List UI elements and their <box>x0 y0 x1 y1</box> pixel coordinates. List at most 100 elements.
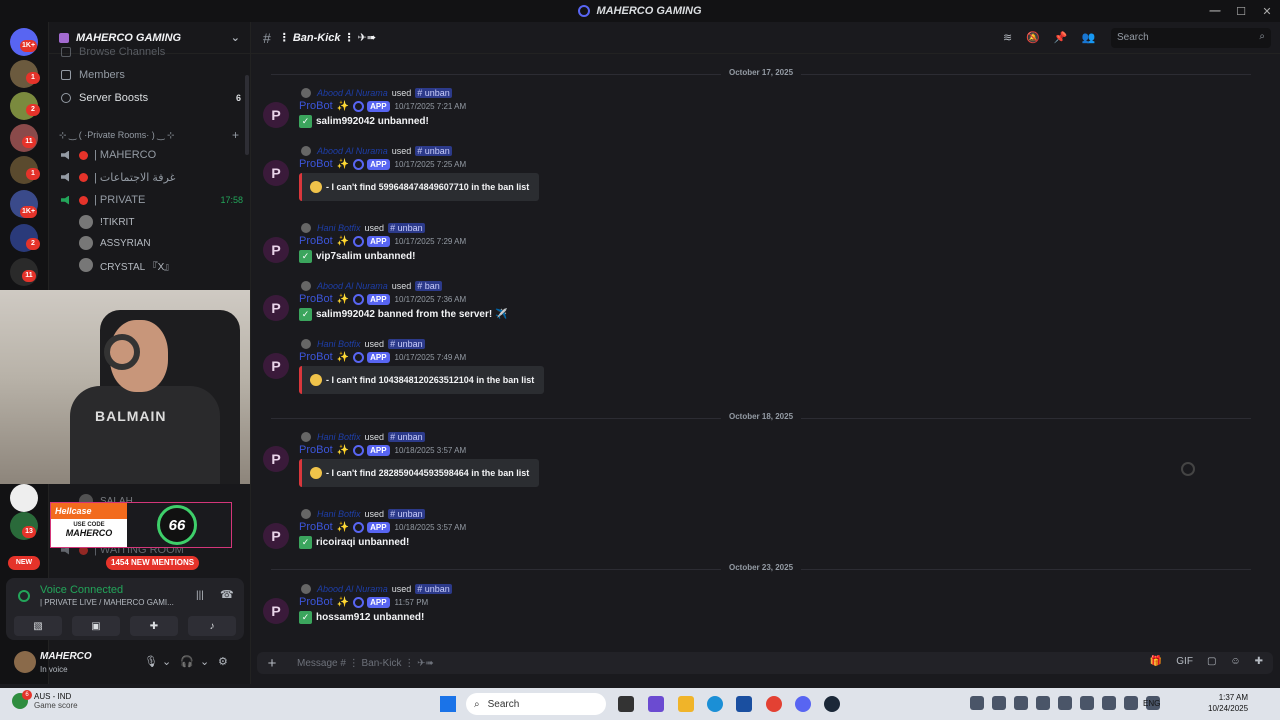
disconnect-icon[interactable]: ☎ <box>220 588 234 601</box>
tray-icon[interactable] <box>1036 696 1050 710</box>
voice-channel[interactable]: | MAHERCO <box>61 145 243 165</box>
message-composer[interactable]: + Message # ⋮ Ban-Kick ⋮ ✈➠ 🎁 GIF ▢ ☺ ✚ <box>257 652 1273 674</box>
sticker-icon[interactable]: ▢ <box>1207 656 1216 667</box>
attach-plus-icon[interactable]: + <box>257 655 287 672</box>
bot-avatar[interactable]: P <box>263 353 289 379</box>
maximize-button[interactable]: ☐ <box>1228 5 1254 18</box>
author-name[interactable]: ProBot <box>299 521 333 533</box>
voice-user[interactable]: CRYSTAL 『X』 <box>79 256 174 274</box>
voice-channel-active[interactable]: | PRIVATE 17:58 <box>61 190 243 210</box>
steam-icon[interactable] <box>824 696 840 712</box>
camera-button[interactable]: ▧ <box>14 616 62 636</box>
command-user[interactable]: Hani Botfix <box>317 223 361 233</box>
minimize-button[interactable]: — <box>1202 5 1228 17</box>
language-indicator[interactable]: ENG <box>1143 699 1160 708</box>
timestamp: 10/17/2025 7:21 AM <box>394 101 467 111</box>
command-name[interactable]: # ban <box>415 281 442 291</box>
close-button[interactable]: ✕ <box>1254 5 1280 18</box>
soundboard-button[interactable]: ♪ <box>188 616 236 636</box>
app-icon[interactable] <box>648 696 664 712</box>
bot-avatar[interactable]: P <box>263 295 289 321</box>
command-name[interactable]: # unban <box>415 88 452 98</box>
gift-icon[interactable]: 🎁 <box>1150 656 1162 667</box>
screen-share-button[interactable]: ▣ <box>72 616 120 636</box>
author-name[interactable]: ProBot <box>299 444 333 456</box>
command-user[interactable]: Hani Botfix <box>317 432 361 442</box>
tray-icon[interactable] <box>1102 696 1116 710</box>
verified-shield-icon <box>353 100 365 112</box>
member-list-icon[interactable]: 👥 <box>1082 31 1096 44</box>
activities-button[interactable]: ✚ <box>130 616 178 636</box>
sidebar-item-boosts[interactable]: Server Boosts 6 <box>61 88 241 108</box>
author-name[interactable]: ProBot <box>299 235 333 247</box>
threads-icon[interactable]: ≋ <box>1003 31 1012 44</box>
bot-avatar[interactable]: P <box>263 237 289 263</box>
discord-icon[interactable] <box>795 696 811 712</box>
clock[interactable]: 1:37 AM 10/24/2025 <box>1208 692 1248 714</box>
command-name[interactable]: # unban <box>415 584 452 594</box>
chevron-down-icon[interactable]: ⌄ <box>200 655 209 668</box>
author-name[interactable]: ProBot <box>299 351 333 363</box>
command-user[interactable]: Abood Al Nurama <box>317 281 388 291</box>
command-user[interactable]: Hani Botfix <box>317 509 361 519</box>
command-name[interactable]: # unban <box>388 432 425 442</box>
bot-avatar[interactable]: P <box>263 102 289 128</box>
new-mentions-pill[interactable]: 1454 NEW MENTIONS <box>106 556 200 570</box>
pin-icon[interactable]: 📌 <box>1054 31 1068 44</box>
command-user[interactable]: Abood Al Nurama <box>317 584 388 594</box>
command-name[interactable]: # unban <box>415 146 452 156</box>
noise-icon[interactable]: ||| <box>196 590 204 601</box>
emoji-icon[interactable]: ☺ <box>1230 656 1240 667</box>
chevron-down-icon[interactable]: ⌄ <box>162 655 171 668</box>
command-user[interactable]: Hani Botfix <box>317 339 361 349</box>
edge-icon[interactable] <box>707 696 723 712</box>
bot-avatar[interactable]: P <box>263 598 289 624</box>
tray-icon[interactable] <box>1124 696 1138 710</box>
voice-user[interactable]: ASSYRIAN <box>79 234 151 252</box>
voice-channel[interactable]: | غرفة الاجتماعات <box>61 167 243 187</box>
bot-avatar[interactable]: P <box>263 446 289 472</box>
author-name[interactable]: ProBot <box>299 100 333 112</box>
apps-icon[interactable]: ✚ <box>1255 656 1263 667</box>
browse-icon <box>61 47 71 57</box>
search-input[interactable]: Search ⌕ <box>1111 28 1271 48</box>
author-name[interactable]: ProBot <box>299 596 333 608</box>
add-channel-icon[interactable]: + <box>232 128 239 142</box>
taskbar-search[interactable]: ⌕ Search <box>466 693 606 715</box>
tray-icon[interactable] <box>1080 696 1094 710</box>
command-name[interactable]: # unban <box>388 509 425 519</box>
command-name[interactable]: # unban <box>388 223 425 233</box>
tray-icon[interactable] <box>992 696 1006 710</box>
sidebar-scrollbar[interactable] <box>245 75 249 155</box>
members-icon <box>61 70 71 80</box>
server-icon[interactable] <box>10 484 38 512</box>
category-private-rooms[interactable]: ⊹ ‿ ( ·Private Rooms· ) ‿ ⊹ + <box>59 128 239 142</box>
microphone-icon[interactable]: 🎙 <box>144 655 158 668</box>
sidebar-item-members[interactable]: Members <box>61 65 241 85</box>
bot-avatar[interactable]: P <box>263 523 289 549</box>
chrome-icon[interactable] <box>766 696 782 712</box>
gear-icon[interactable]: ⚙ <box>218 655 228 668</box>
sidebar-item-browse[interactable]: Browse Channels <box>61 42 241 62</box>
start-icon[interactable] <box>440 696 456 712</box>
notifications-icon[interactable]: 🔕 <box>1026 31 1040 44</box>
task-view-icon[interactable] <box>618 696 634 712</box>
tray-icon[interactable] <box>1058 696 1072 710</box>
gif-icon[interactable]: GIF <box>1176 656 1193 667</box>
avatar[interactable] <box>14 651 36 673</box>
author-name[interactable]: ProBot <box>299 293 333 305</box>
store-icon[interactable] <box>736 696 752 712</box>
voice-channel-link[interactable]: | PRIVATE LIVE / MAHERCO GAMI... <box>40 598 190 607</box>
author-name[interactable]: ProBot <box>299 158 333 170</box>
check-icon: ✓ <box>299 536 312 549</box>
headphones-icon[interactable]: 🎧 <box>180 655 194 668</box>
tray-icon[interactable] <box>970 696 984 710</box>
bot-avatar[interactable]: P <box>263 160 289 186</box>
tray-icon[interactable] <box>1014 696 1028 710</box>
weather-widget[interactable]: 6 AUS - IND Game score <box>12 690 78 710</box>
voice-user[interactable]: !TIKRIT <box>79 213 134 231</box>
command-user[interactable]: Abood Al Nurama <box>317 88 388 98</box>
command-user[interactable]: Abood Al Nurama <box>317 146 388 156</box>
command-name[interactable]: # unban <box>388 339 425 349</box>
file-explorer-icon[interactable] <box>678 696 694 712</box>
